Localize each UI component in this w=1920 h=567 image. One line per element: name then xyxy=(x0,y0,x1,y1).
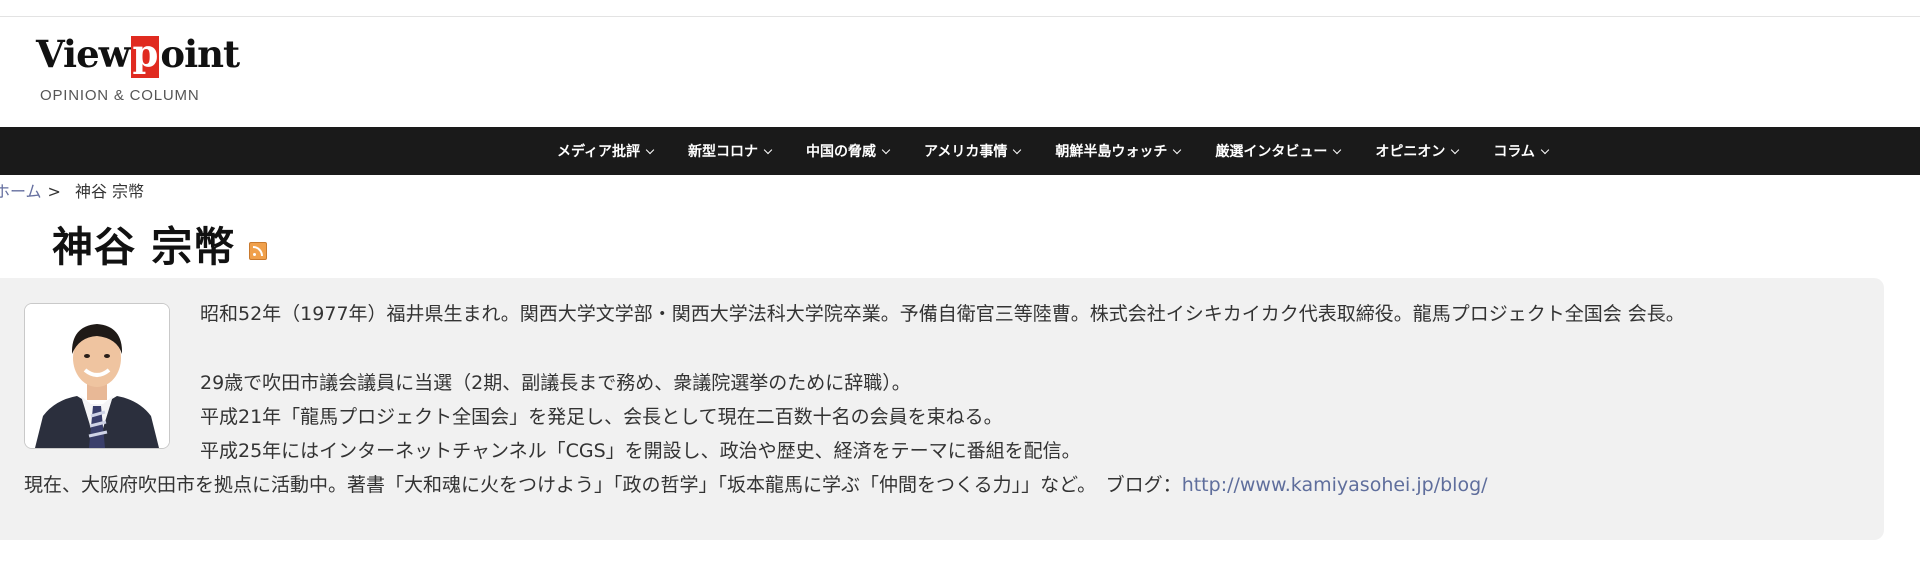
author-avatar xyxy=(24,303,170,449)
chevron-down-icon xyxy=(1540,145,1550,154)
breadcrumb-current: 神谷 宗幣 xyxy=(74,182,145,201)
nav-item-label: コラム xyxy=(1493,144,1535,160)
page-title: 神谷 宗幣 xyxy=(52,223,236,271)
nav-item-opinion[interactable]: オピニオン xyxy=(1375,141,1460,161)
breadcrumb: ホーム > 神谷 宗幣 xyxy=(0,178,144,202)
chevron-down-icon xyxy=(881,145,891,154)
bio-line-5-text: 現在、大阪府吹田市を拠点に活動中。著書「大和魂に火をつけよう」「政の哲学」「坂本… xyxy=(24,474,1182,496)
nav-item-label: 新型コロナ xyxy=(688,144,759,160)
nav-item-korea-watch[interactable]: 朝鮮半島ウォッチ xyxy=(1055,141,1182,161)
nav-item-china-threat[interactable]: 中国の脅威 xyxy=(806,141,891,161)
bio-line-2: 29歳で吹田市議会議員に当選（2期、副議長まで務め、衆議院選挙のために辞職）。 xyxy=(200,372,911,394)
nav-list: メディア批評 新型コロナ 中国の脅威 アメリカ事情 朝鮮半島ウォッチ 厳選インタ… xyxy=(557,127,1583,175)
chevron-down-icon xyxy=(1333,145,1342,154)
rss-feed-icon[interactable] xyxy=(249,242,268,260)
chevron-down-icon xyxy=(1013,145,1022,154)
logo-subtitle: OPINION & COLUMN xyxy=(40,87,200,104)
nav-item-media-critique[interactable]: メディア批評 xyxy=(557,141,655,161)
breadcrumb-separator: > xyxy=(47,182,61,201)
nav-item-label: 厳選インタビュー xyxy=(1215,144,1328,160)
bio-line-1: 昭和52年（1977年）福井県生まれ。関西大学文学部・関西大学法科大学院卒業。予… xyxy=(200,303,1685,325)
author-heading: 神谷 宗幣 xyxy=(52,213,268,273)
author-profile-box: 昭和52年（1977年）福井県生まれ。関西大学文学部・関西大学法科大学院卒業。予… xyxy=(0,278,1884,540)
breadcrumb-home-link[interactable]: ホーム xyxy=(0,182,42,201)
bio-line-3: 平成21年「龍馬プロジェクト全国会」を発足し、会長として現在二百数十名の会員を束… xyxy=(200,406,1003,428)
bio-line-5: 現在、大阪府吹田市を拠点に活動中。著書「大和魂に火をつけよう」「政の哲学」「坂本… xyxy=(24,476,1488,495)
nav-item-covid[interactable]: 新型コロナ xyxy=(688,141,773,161)
bio-line-4: 平成25年にはインターネットチャンネル「CGS」を開設し、政治や歴史、経済をテー… xyxy=(200,440,1081,462)
nav-item-column[interactable]: コラム xyxy=(1493,141,1550,161)
nav-item-label: オピニオン xyxy=(1375,144,1446,160)
chevron-down-icon xyxy=(1173,145,1182,154)
main-nav: メディア批評 新型コロナ 中国の脅威 アメリカ事情 朝鮮半島ウォッチ 厳選インタ… xyxy=(0,127,1920,175)
top-divider xyxy=(0,16,1920,17)
nav-item-interviews[interactable]: 厳選インタビュー xyxy=(1215,141,1342,161)
blog-link[interactable]: http://www.kamiyasohei.jp/blog/ xyxy=(1182,474,1488,496)
nav-item-label: アメリカ事情 xyxy=(924,144,1008,160)
nav-item-america[interactable]: アメリカ事情 xyxy=(924,141,1022,161)
nav-item-label: 朝鮮半島ウォッチ xyxy=(1055,144,1168,160)
chevron-down-icon xyxy=(1451,145,1460,154)
author-portrait-image xyxy=(25,304,169,448)
chevron-down-icon xyxy=(763,145,773,154)
logo-wordmark: Viewpoint xyxy=(36,31,240,78)
chevron-down-icon xyxy=(645,145,655,154)
nav-item-label: メディア批評 xyxy=(557,144,641,160)
site-logo[interactable]: Viewpoint OPINION & COLUMN xyxy=(36,31,246,111)
nav-item-label: 中国の脅威 xyxy=(806,144,877,160)
